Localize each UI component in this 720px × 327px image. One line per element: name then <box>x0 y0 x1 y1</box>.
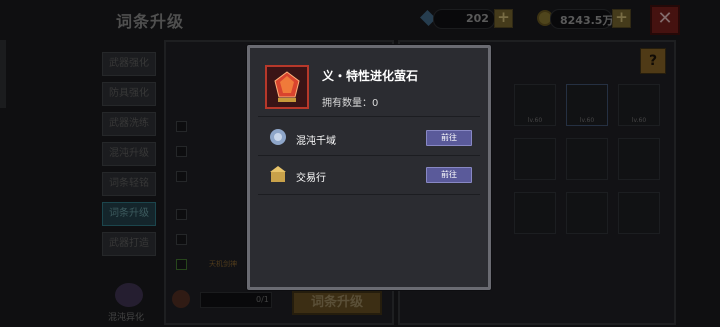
source-row-trading-house: 交易行 前往 <box>258 158 480 192</box>
item-name: 义・特性进化萤石 <box>322 69 419 83</box>
item-icon-frame <box>265 65 309 109</box>
fluorite-gem-icon <box>274 71 300 102</box>
owned-label: 拥有数量： <box>322 98 372 109</box>
divider <box>258 155 480 156</box>
trading-house-icon <box>270 166 286 182</box>
divider <box>258 194 480 195</box>
source-row-chaos-domain: 混沌千域 前往 <box>258 121 480 155</box>
divider <box>258 116 480 117</box>
source-name: 交易行 <box>296 173 326 184</box>
owned-count-row: 拥有数量：0 <box>322 94 378 109</box>
chaos-domain-icon <box>270 129 286 145</box>
item-source-dialog: 义・特性进化萤石 拥有数量：0 混沌千域 前往 交易行 前往 <box>247 45 491 290</box>
owned-count: 0 <box>372 98 379 109</box>
dialog-header: 义・特性进化萤石 拥有数量：0 <box>250 48 488 112</box>
source-name: 混沌千域 <box>296 136 336 147</box>
go-trading-house-button[interactable]: 前往 <box>426 167 472 183</box>
go-chaos-domain-button[interactable]: 前往 <box>426 130 472 146</box>
